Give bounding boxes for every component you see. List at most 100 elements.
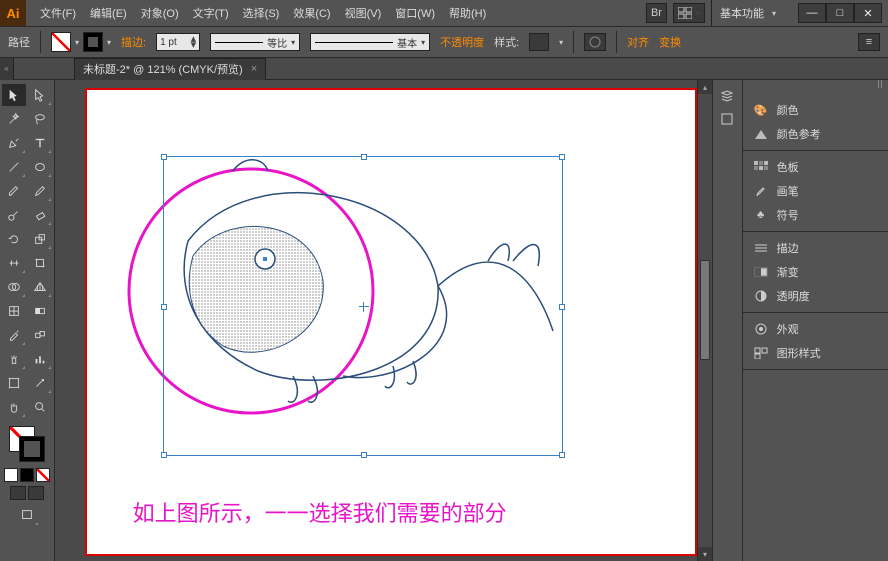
resize-handle-s[interactable] xyxy=(361,452,367,458)
direct-selection-tool[interactable] xyxy=(28,84,52,106)
artboard[interactable]: 如上图所示，一一选择我们需要的部分 xyxy=(85,88,697,556)
symbol-sprayer-tool[interactable] xyxy=(2,348,26,370)
align-label[interactable]: 对齐 xyxy=(627,34,649,50)
close-button[interactable]: ✕ xyxy=(854,3,882,23)
screen-mode-normal[interactable] xyxy=(10,486,26,500)
menu-effect[interactable]: 效果(C) xyxy=(287,2,336,24)
fill-stroke-indicator[interactable] xyxy=(7,424,47,464)
main-menu: 文件(F) 编辑(E) 对象(O) 文字(T) 选择(S) 效果(C) 视图(V… xyxy=(26,2,646,24)
panel-menu-button[interactable]: ≡ xyxy=(858,33,880,51)
resize-handle-w[interactable] xyxy=(161,304,167,310)
chevron-down-icon: ▾ xyxy=(421,38,425,47)
chevron-down-icon[interactable]: ▾ xyxy=(75,38,79,47)
workspace-switcher[interactable]: 基本功能 ▾ xyxy=(711,0,782,26)
panel-color-guide[interactable]: 颜色参考 xyxy=(743,122,888,146)
fill-swatch[interactable] xyxy=(51,32,71,52)
panel-symbols[interactable]: ♣符号 xyxy=(743,203,888,227)
canvas-area[interactable]: 如上图所示，一一选择我们需要的部分 xyxy=(55,80,697,561)
brush-definition-dropdown[interactable]: 基本▾ xyxy=(310,33,430,51)
selection-tool[interactable] xyxy=(2,84,26,106)
resize-handle-n[interactable] xyxy=(361,154,367,160)
stroke-box[interactable] xyxy=(19,436,45,462)
panel-transparency[interactable]: 透明度 xyxy=(743,284,888,308)
color-mode-gradient[interactable] xyxy=(20,468,34,482)
resize-handle-e[interactable] xyxy=(559,304,565,310)
pen-tool[interactable] xyxy=(2,132,26,154)
scroll-thumb[interactable] xyxy=(700,260,711,360)
screen-mode-full[interactable] xyxy=(28,486,44,500)
panel-swatches[interactable]: 色板 xyxy=(743,155,888,179)
opacity-label[interactable]: 不透明度 xyxy=(440,34,484,50)
shape-builder-tool[interactable] xyxy=(2,276,26,298)
pencil-tool[interactable] xyxy=(28,180,52,202)
bridge-button[interactable]: Br xyxy=(646,3,667,23)
free-transform-tool[interactable] xyxy=(28,252,52,274)
gradient-tool[interactable] xyxy=(28,300,52,322)
menu-select[interactable]: 选择(S) xyxy=(237,2,286,24)
stroke-weight-input[interactable]: 1 pt ▴▾ xyxy=(156,33,200,51)
column-graph-tool[interactable] xyxy=(28,348,52,370)
tab-close-button[interactable]: × xyxy=(251,63,257,75)
artboards-panel-icon[interactable] xyxy=(717,110,737,128)
perspective-grid-tool[interactable] xyxy=(28,276,52,298)
transform-label[interactable]: 变换 xyxy=(659,34,681,50)
eyedropper-tool[interactable] xyxy=(2,324,26,346)
caption-text: 如上图所示，一一选择我们需要的部分 xyxy=(133,496,507,528)
artboard-tool[interactable] xyxy=(2,372,26,394)
chevron-down-icon[interactable]: ▾ xyxy=(107,38,111,47)
panel-appearance[interactable]: 外观 xyxy=(743,317,888,341)
paintbrush-tool[interactable] xyxy=(2,180,26,202)
rotate-tool[interactable] xyxy=(2,228,26,250)
resize-handle-se[interactable] xyxy=(559,452,565,458)
stroke-swatch[interactable] xyxy=(83,32,103,52)
document-tab[interactable]: 未标题-2* @ 121% (CMYK/预览) × xyxy=(74,58,266,80)
blend-tool[interactable] xyxy=(28,324,52,346)
menu-view[interactable]: 视图(V) xyxy=(339,2,388,24)
panel-brushes[interactable]: 画笔 xyxy=(743,179,888,203)
minimize-button[interactable]: — xyxy=(798,3,826,23)
ellipse-tool[interactable] xyxy=(28,156,52,178)
panel-graphic-styles[interactable]: 图形样式 xyxy=(743,341,888,365)
menu-window[interactable]: 窗口(W) xyxy=(389,2,441,24)
eraser-tool[interactable] xyxy=(28,204,52,226)
color-mode-solid[interactable] xyxy=(4,468,18,482)
vertical-scrollbar[interactable]: ▴ ▾ xyxy=(697,80,713,561)
scroll-down-button[interactable]: ▾ xyxy=(698,547,713,561)
mesh-tool[interactable] xyxy=(2,300,26,322)
chevron-down-icon[interactable]: ▾ xyxy=(559,38,563,47)
resize-handle-sw[interactable] xyxy=(161,452,167,458)
panel-color[interactable]: 🎨颜色 xyxy=(743,98,888,122)
menu-object[interactable]: 对象(O) xyxy=(135,2,185,24)
lasso-tool[interactable] xyxy=(28,108,52,130)
slice-tool[interactable] xyxy=(28,372,52,394)
stroke-profile-dropdown[interactable]: 等比▾ xyxy=(210,33,300,51)
menu-help[interactable]: 帮助(H) xyxy=(443,2,492,24)
menu-type[interactable]: 文字(T) xyxy=(187,2,235,24)
maximize-button[interactable]: □ xyxy=(826,3,854,23)
panel-dock-collapse[interactable] xyxy=(743,80,888,94)
scroll-up-button[interactable]: ▴ xyxy=(698,80,713,94)
resize-handle-nw[interactable] xyxy=(161,154,167,160)
hand-tool[interactable] xyxy=(2,396,26,418)
resize-handle-ne[interactable] xyxy=(559,154,565,160)
scale-tool[interactable] xyxy=(28,228,52,250)
change-screen-mode[interactable] xyxy=(15,504,39,526)
layers-panel-icon[interactable] xyxy=(717,86,737,104)
toolbox-collapse-button[interactable]: « xyxy=(0,58,14,80)
recolor-button[interactable] xyxy=(584,33,606,51)
zoom-tool[interactable] xyxy=(28,396,52,418)
panel-stroke[interactable]: 描边 xyxy=(743,236,888,260)
type-tool[interactable] xyxy=(28,132,52,154)
line-tool[interactable] xyxy=(2,156,26,178)
style-swatch[interactable] xyxy=(529,33,549,51)
width-tool[interactable] xyxy=(2,252,26,274)
blob-brush-tool[interactable] xyxy=(2,204,26,226)
menu-file[interactable]: 文件(F) xyxy=(34,2,82,24)
selection-bounding-box[interactable] xyxy=(163,156,563,456)
panel-gradient[interactable]: 渐变 xyxy=(743,260,888,284)
magic-wand-tool[interactable] xyxy=(2,108,26,130)
stroke-label[interactable]: 描边: xyxy=(121,34,146,50)
menu-edit[interactable]: 编辑(E) xyxy=(84,2,133,24)
color-mode-none[interactable] xyxy=(36,468,50,482)
arrange-documents-button[interactable]: ▾ xyxy=(673,3,705,23)
